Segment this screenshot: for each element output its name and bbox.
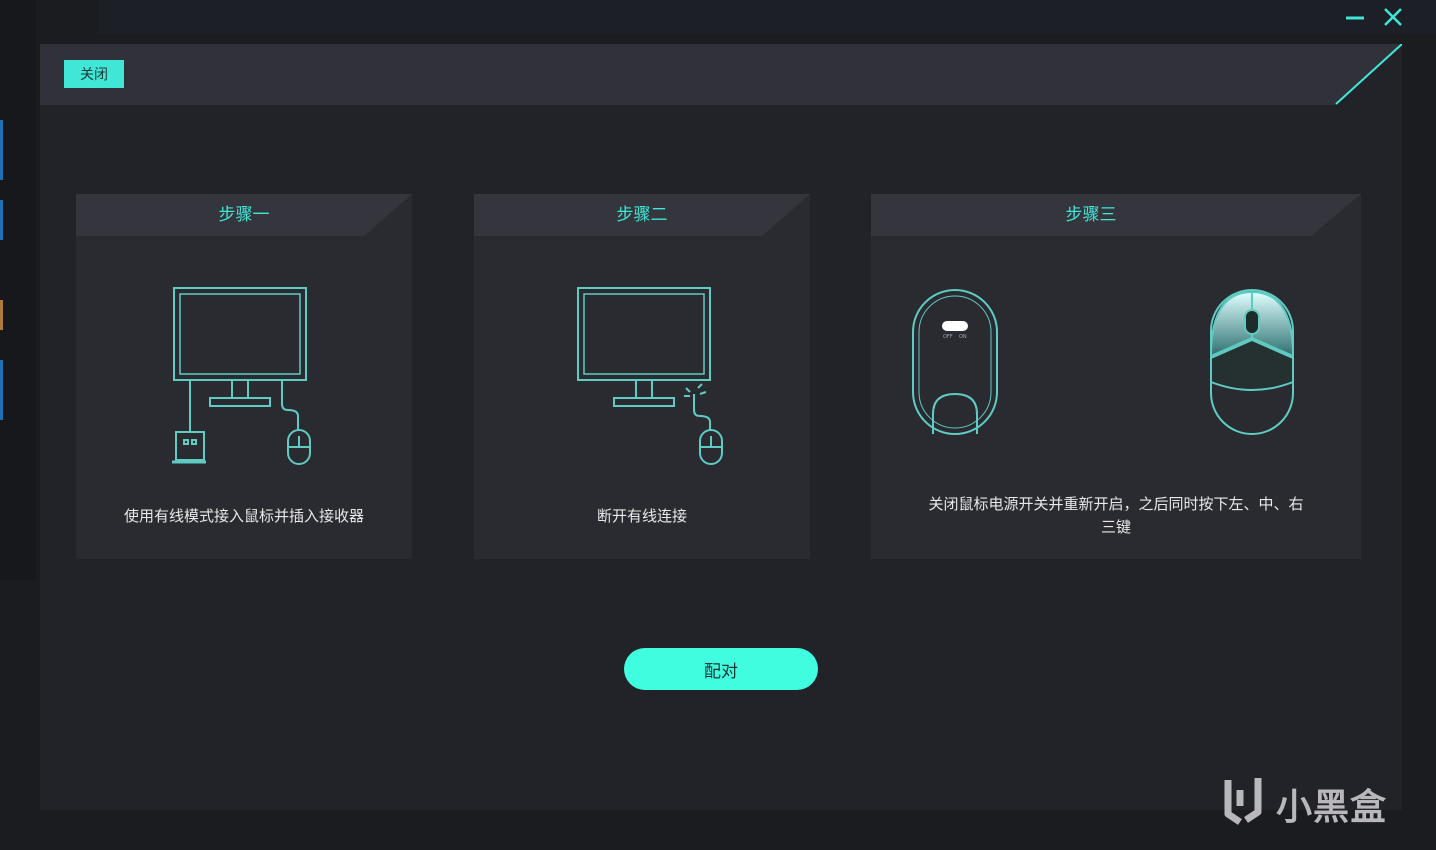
close-button[interactable]: 关闭 [64, 60, 124, 88]
watermark: 小黑盒 [1218, 770, 1398, 830]
step-card-3: 步骤三 OFF ON 关闭鼠标电源开关并重新开启，之后同时按下左、中、右 三键 [871, 194, 1361, 559]
step-title: 步骤一 [218, 205, 270, 225]
title-bar [98, 0, 1436, 34]
mouse-power-switch-illustration: OFF ON [912, 289, 998, 435]
step-card-2: 步骤二 断开有线连接 [474, 194, 810, 559]
step-description-line2: 三键 [1100, 518, 1131, 536]
dialog-header: 关闭 [40, 44, 1402, 106]
watermark-text: 小黑盒 [1276, 787, 1388, 828]
monitor-receiver-wired-mouse-illustration [172, 287, 311, 465]
app-root: 关闭 步骤一 使用有线模式接入鼠标并插入接收器 步骤二 断开有线连接 步骤三 O… [0, 0, 1436, 850]
minimize-icon[interactable] [1342, 4, 1368, 30]
header-background [40, 44, 1402, 105]
heybox-logo-icon [1224, 778, 1262, 825]
step-title: 步骤三 [1065, 205, 1117, 225]
step-description-line1: 关闭鼠标电源开关并重新开启，之后同时按下左、中、右 [928, 495, 1304, 513]
step-card-1: 步骤一 使用有线模式接入鼠标并插入接收器 [76, 194, 412, 559]
step-card-header: 步骤三 [871, 194, 1361, 236]
close-x-icon[interactable] [1380, 4, 1406, 30]
pair-button[interactable]: 配对 [624, 648, 818, 690]
background-window-edge [0, 0, 36, 580]
step-description: 关闭鼠标电源开关并重新开启，之后同时按下左、中、右 三键 [891, 493, 1341, 539]
step-title: 步骤二 [616, 205, 668, 225]
mouse-three-buttons-illustration [1209, 289, 1295, 435]
switch-off-label: OFF [943, 334, 953, 340]
monitor-disconnect-cable-illustration [577, 287, 723, 465]
step-card-header: 步骤一 [76, 194, 412, 236]
step-card-header: 步骤二 [474, 194, 810, 236]
pairing-dialog: 关闭 步骤一 使用有线模式接入鼠标并插入接收器 步骤二 断开有线连接 步骤三 O… [40, 44, 1402, 810]
step-description: 使用有线模式接入鼠标并插入接收器 [123, 507, 364, 525]
switch-on-label: ON [959, 334, 967, 340]
step-description: 断开有线连接 [596, 507, 687, 525]
